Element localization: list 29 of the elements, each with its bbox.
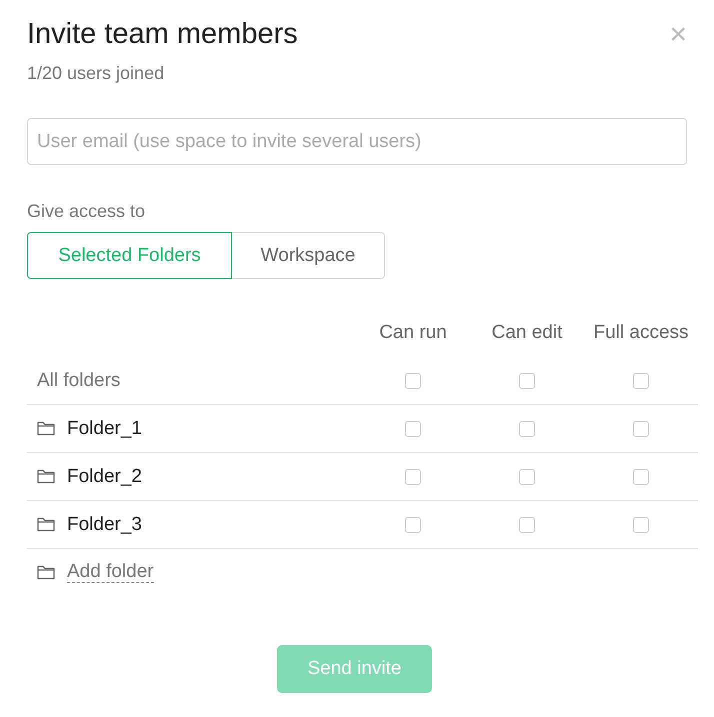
checkbox[interactable] (633, 468, 649, 484)
checkbox[interactable] (405, 516, 421, 532)
checkbox[interactable] (405, 468, 421, 484)
checkbox[interactable] (633, 420, 649, 436)
folder-name[interactable]: Folder_1 (67, 418, 142, 440)
users-joined-count: 1/20 users joined (27, 63, 166, 84)
folder-name[interactable]: Folder_2 (67, 466, 142, 488)
checkbox[interactable] (519, 420, 535, 436)
add-folder-link[interactable]: Add folder (67, 562, 154, 583)
access-tab[interactable]: Workspace (232, 232, 385, 279)
checkbox[interactable] (519, 516, 535, 532)
folder-icon (37, 469, 55, 484)
checkbox[interactable] (519, 372, 535, 388)
checkbox[interactable] (633, 372, 649, 388)
folder-icon (37, 421, 55, 436)
folder-icon (37, 565, 55, 580)
checkbox[interactable] (633, 516, 649, 532)
folder-name[interactable]: Folder_3 (67, 514, 142, 536)
email-field[interactable]: User email (use space to invite several users) (27, 118, 687, 165)
folder-icon (37, 517, 55, 532)
all-folders-label: All folders (37, 370, 120, 392)
access-label: Give access to (27, 201, 146, 222)
checkbox[interactable] (405, 420, 421, 436)
checkbox[interactable] (519, 468, 535, 484)
dialog-title: Invite team members (27, 18, 298, 51)
column-header: Can run (378, 322, 448, 344)
checkbox[interactable] (405, 372, 421, 388)
column-header: Full access (592, 322, 690, 344)
column-header: Can edit (490, 322, 564, 344)
